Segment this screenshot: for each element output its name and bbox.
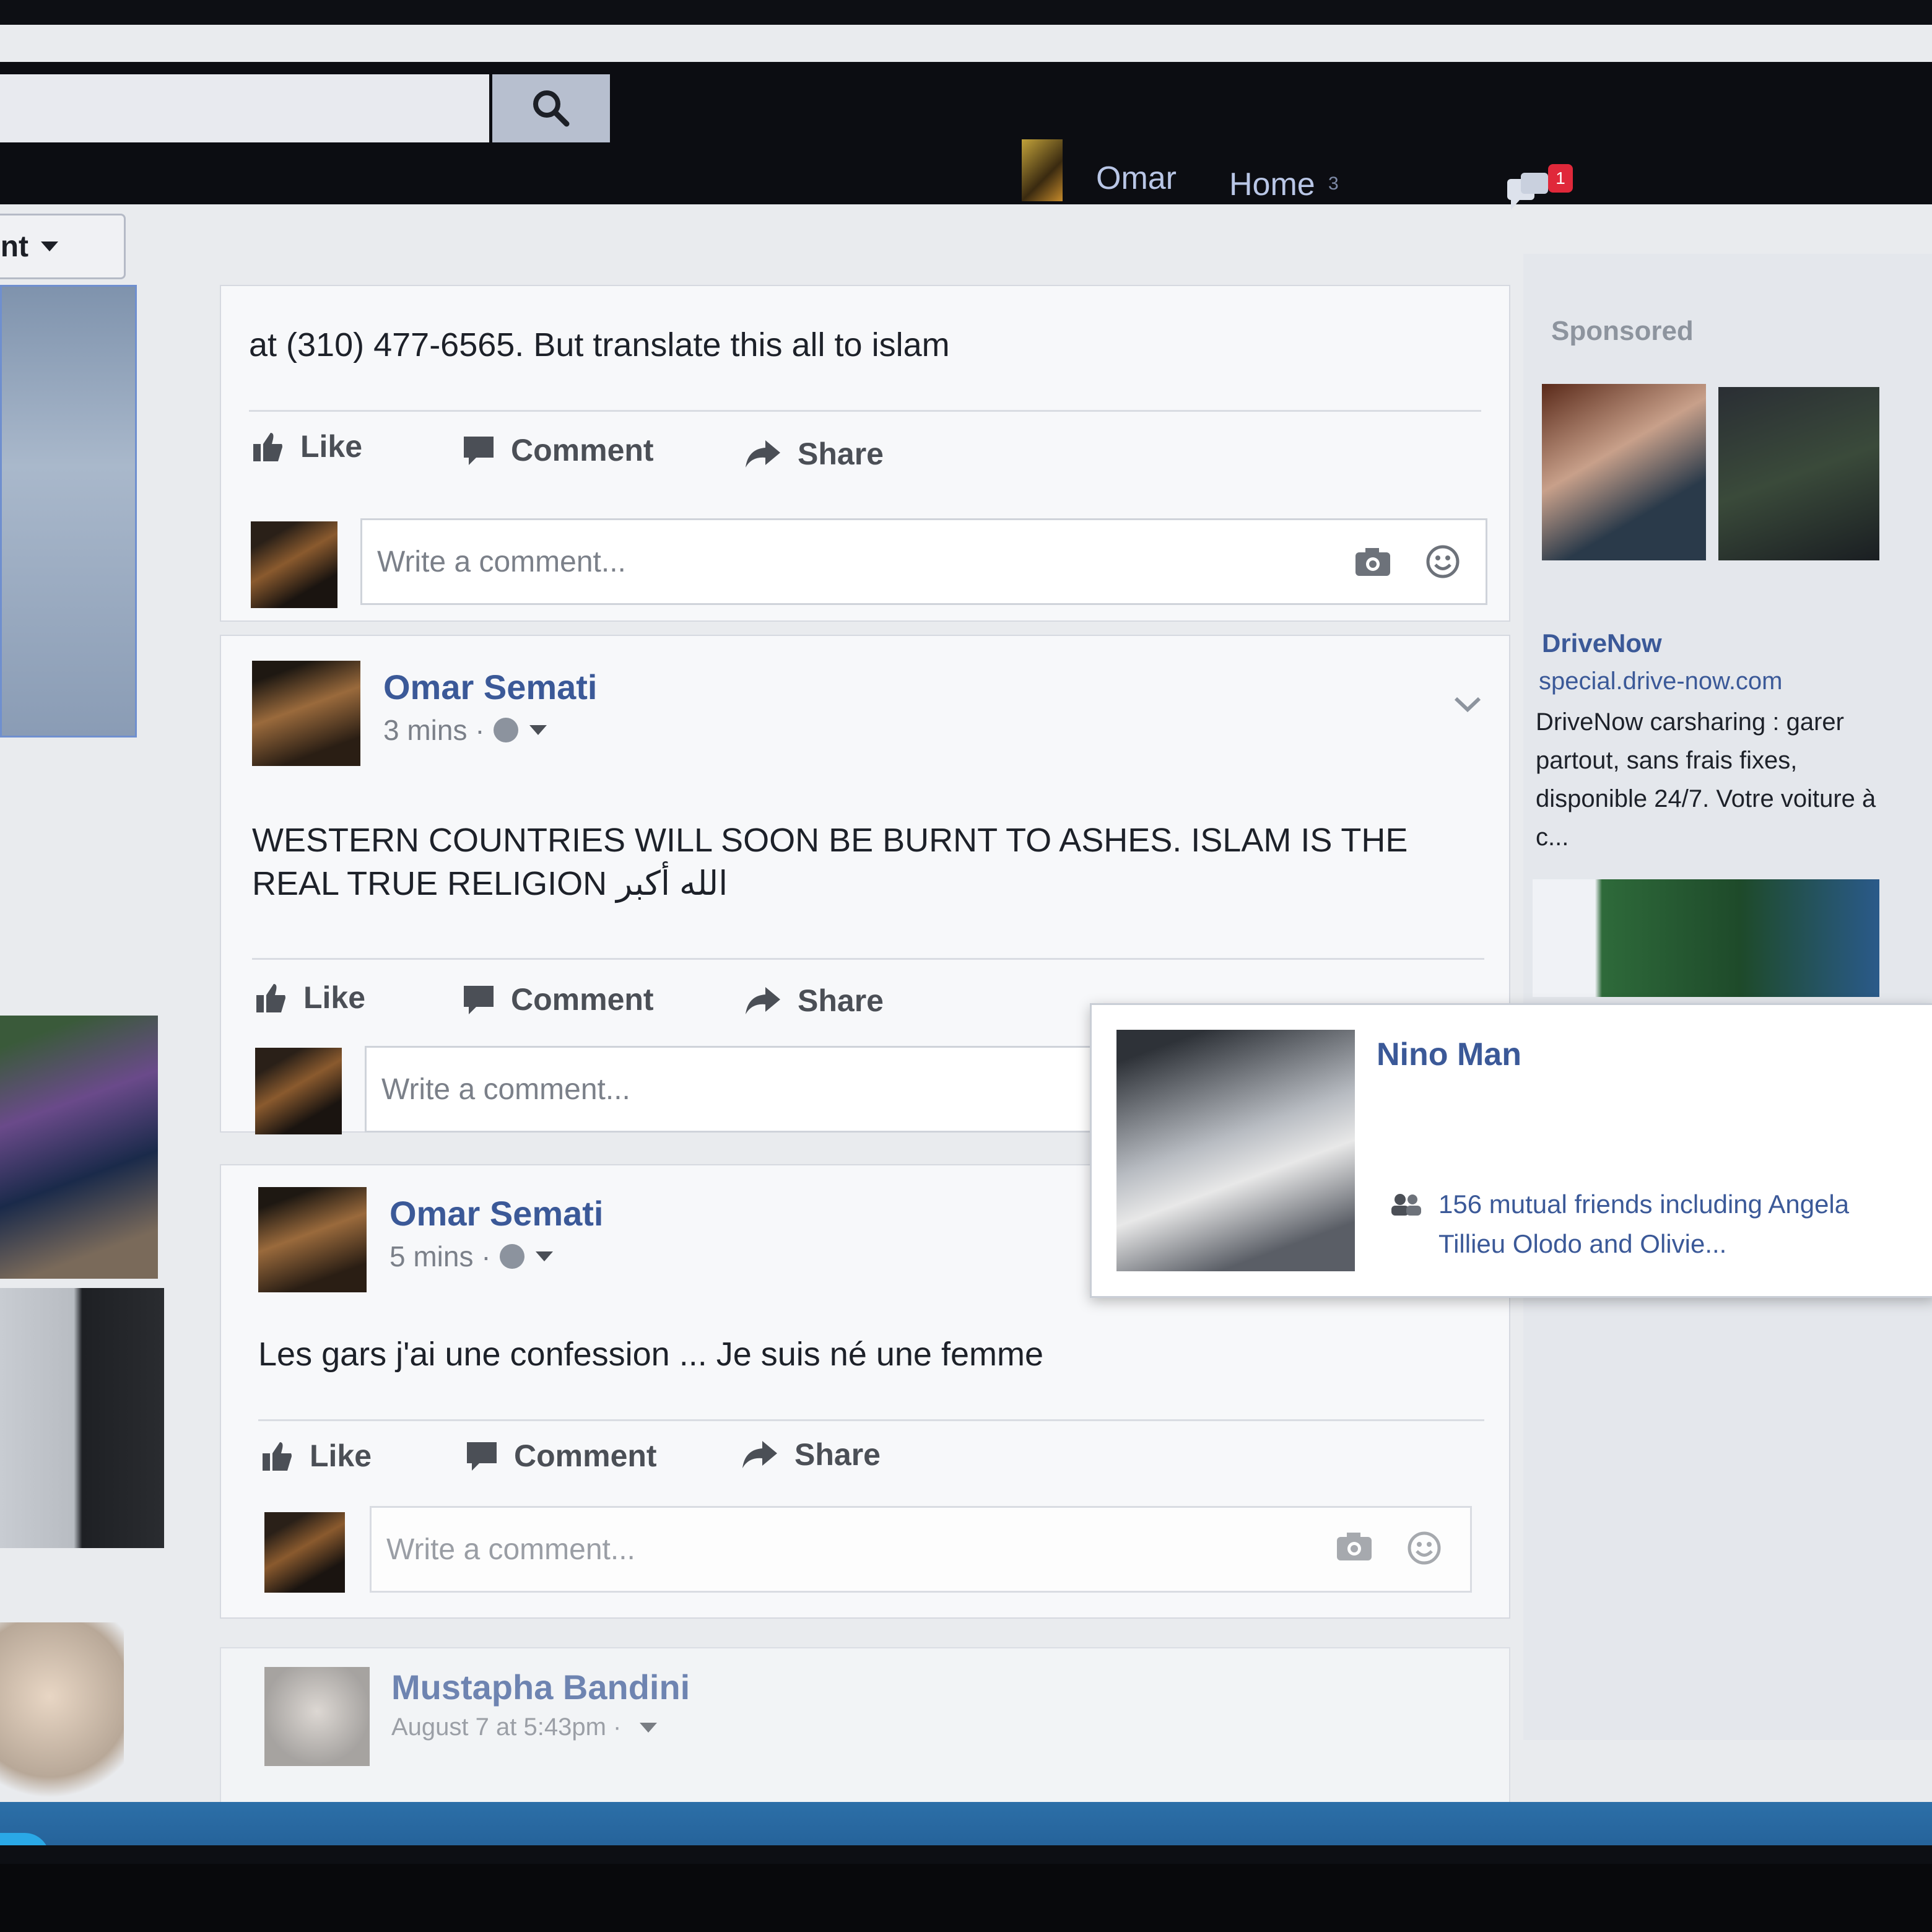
like-label: Like (303, 980, 366, 1015)
post-author-avatar[interactable] (258, 1187, 367, 1292)
nav-profile-link[interactable]: Omar (1096, 160, 1177, 197)
divider (249, 410, 1481, 412)
sponsored-heading: Sponsored (1551, 316, 1694, 346)
comment-button[interactable]: Comment (463, 432, 654, 468)
ad-image[interactable] (1542, 384, 1706, 560)
comment-placeholder: Write a comment... (386, 1533, 635, 1566)
like-button[interactable]: Like (255, 980, 365, 1016)
left-column-photo[interactable] (0, 285, 137, 738)
post-author-avatar[interactable] (252, 661, 360, 766)
camera-icon[interactable] (1354, 546, 1391, 577)
sort-dropdown-button[interactable]: ent (0, 214, 126, 279)
like-label: Like (300, 429, 363, 464)
comment-avatar (251, 521, 337, 608)
comment-placeholder: Write a comment... (377, 545, 626, 578)
ad-image[interactable] (1533, 879, 1879, 997)
hovercard-photo[interactable] (1116, 1030, 1355, 1271)
post-author-name[interactable]: Mustapha Bandini (391, 1667, 690, 1707)
share-label: Share (794, 1437, 881, 1472)
windows-taskbar (0, 1802, 1932, 1845)
chevron-down-icon[interactable] (535, 1251, 553, 1261)
comment-icon (464, 437, 494, 465)
emoji-icon[interactable] (1425, 544, 1460, 579)
mutual-friends-icon (1391, 1194, 1421, 1216)
search-icon (533, 90, 570, 127)
left-column-photo[interactable] (0, 1288, 164, 1548)
comment-label: Comment (511, 982, 654, 1017)
share-button[interactable]: Share (744, 983, 884, 1019)
nav-home-count: 3 (1328, 173, 1339, 194)
comment-input[interactable]: Write a comment... (370, 1506, 1472, 1593)
comment-icon (464, 986, 494, 1014)
comment-button[interactable]: Comment (463, 981, 654, 1017)
share-icon (746, 987, 780, 1014)
left-column-avatar[interactable] (0, 1622, 124, 1808)
chevron-down-icon (41, 242, 58, 251)
divider (258, 1419, 1484, 1421)
notification-badge[interactable]: 1 (1548, 164, 1573, 193)
post-card: at (310) 477-6565. But translate this al… (220, 285, 1510, 622)
thumbs-up-icon (263, 1442, 292, 1471)
post-author-avatar[interactable] (264, 1667, 370, 1766)
share-label: Share (798, 983, 884, 1018)
post-time[interactable]: August 7 at 5:43pm · (391, 1713, 621, 1741)
screen: Omar Home 3 1 ent at (310) 477-6565. But… (0, 25, 1932, 1845)
comment-label: Comment (511, 433, 654, 468)
hovercard-mutual-friends[interactable]: 156 mutual friends including Angela Till… (1438, 1185, 1921, 1264)
like-button[interactable]: Like (252, 429, 362, 464)
post-options-chevron-icon[interactable] (1453, 695, 1482, 713)
comment-input[interactable]: Write a comment... (360, 518, 1487, 605)
comment-avatar (264, 1512, 345, 1593)
chevron-down-icon[interactable] (640, 1722, 658, 1733)
profile-hovercard: Nino Man 156 mutual friends including An… (1090, 1003, 1932, 1298)
ad-url[interactable]: special.drive-now.com (1539, 668, 1783, 695)
like-label: Like (310, 1438, 372, 1473)
nav-home-link[interactable]: Home (1229, 166, 1315, 203)
post-meta: 3 mins · (383, 713, 547, 747)
post-author-name[interactable]: Omar Semati (383, 667, 598, 707)
share-label: Share (798, 437, 884, 471)
nav-avatar[interactable] (1022, 139, 1063, 201)
search-button[interactable] (492, 74, 610, 142)
post-time[interactable]: 5 mins · (389, 1240, 491, 1273)
comment-placeholder: Write a comment... (381, 1073, 630, 1106)
hovercard-name[interactable]: Nino Man (1377, 1036, 1521, 1073)
share-icon (742, 1441, 777, 1468)
comment-avatar (255, 1048, 342, 1134)
friend-requests-icon[interactable] (1505, 170, 1554, 214)
globe-icon (499, 1244, 524, 1269)
post-author-name[interactable]: Omar Semati (389, 1193, 604, 1234)
camera-icon[interactable] (1336, 1531, 1373, 1562)
post-text: WESTERN COUNTRIES WILL SOON BE BURNT TO … (252, 822, 1408, 902)
ad-title[interactable]: DriveNow (1542, 629, 1662, 658)
comment-label: Comment (514, 1438, 657, 1473)
globe-icon (493, 718, 518, 742)
left-column-photo[interactable] (0, 1016, 158, 1279)
ad-image[interactable] (1718, 387, 1879, 560)
comment-button[interactable]: Comment (466, 1438, 657, 1474)
sort-dropdown-label: ent (0, 230, 28, 263)
search-input[interactable] (0, 74, 489, 142)
emoji-icon[interactable] (1407, 1531, 1442, 1565)
post-text: Les gars j'ai une confession ... Je suis… (258, 1336, 1043, 1373)
post-text: at (310) 477-6565. But translate this al… (249, 326, 950, 363)
like-button[interactable]: Like (261, 1438, 372, 1474)
monitor-bezel (0, 1864, 1932, 1932)
thumbs-up-icon (256, 984, 285, 1012)
share-icon (746, 440, 780, 468)
post-meta: August 7 at 5:43pm · (391, 1713, 658, 1741)
divider (252, 958, 1484, 960)
chevron-down-icon[interactable] (529, 725, 547, 735)
ad-description: DriveNow carsharing : garer partout, san… (1536, 708, 1876, 851)
post-meta: 5 mins · (389, 1240, 553, 1273)
comment-icon (467, 1442, 497, 1471)
thumbs-up-icon (253, 433, 282, 461)
post-time[interactable]: 3 mins · (383, 713, 485, 747)
share-button[interactable]: Share (741, 1437, 881, 1473)
share-button[interactable]: Share (744, 436, 884, 472)
